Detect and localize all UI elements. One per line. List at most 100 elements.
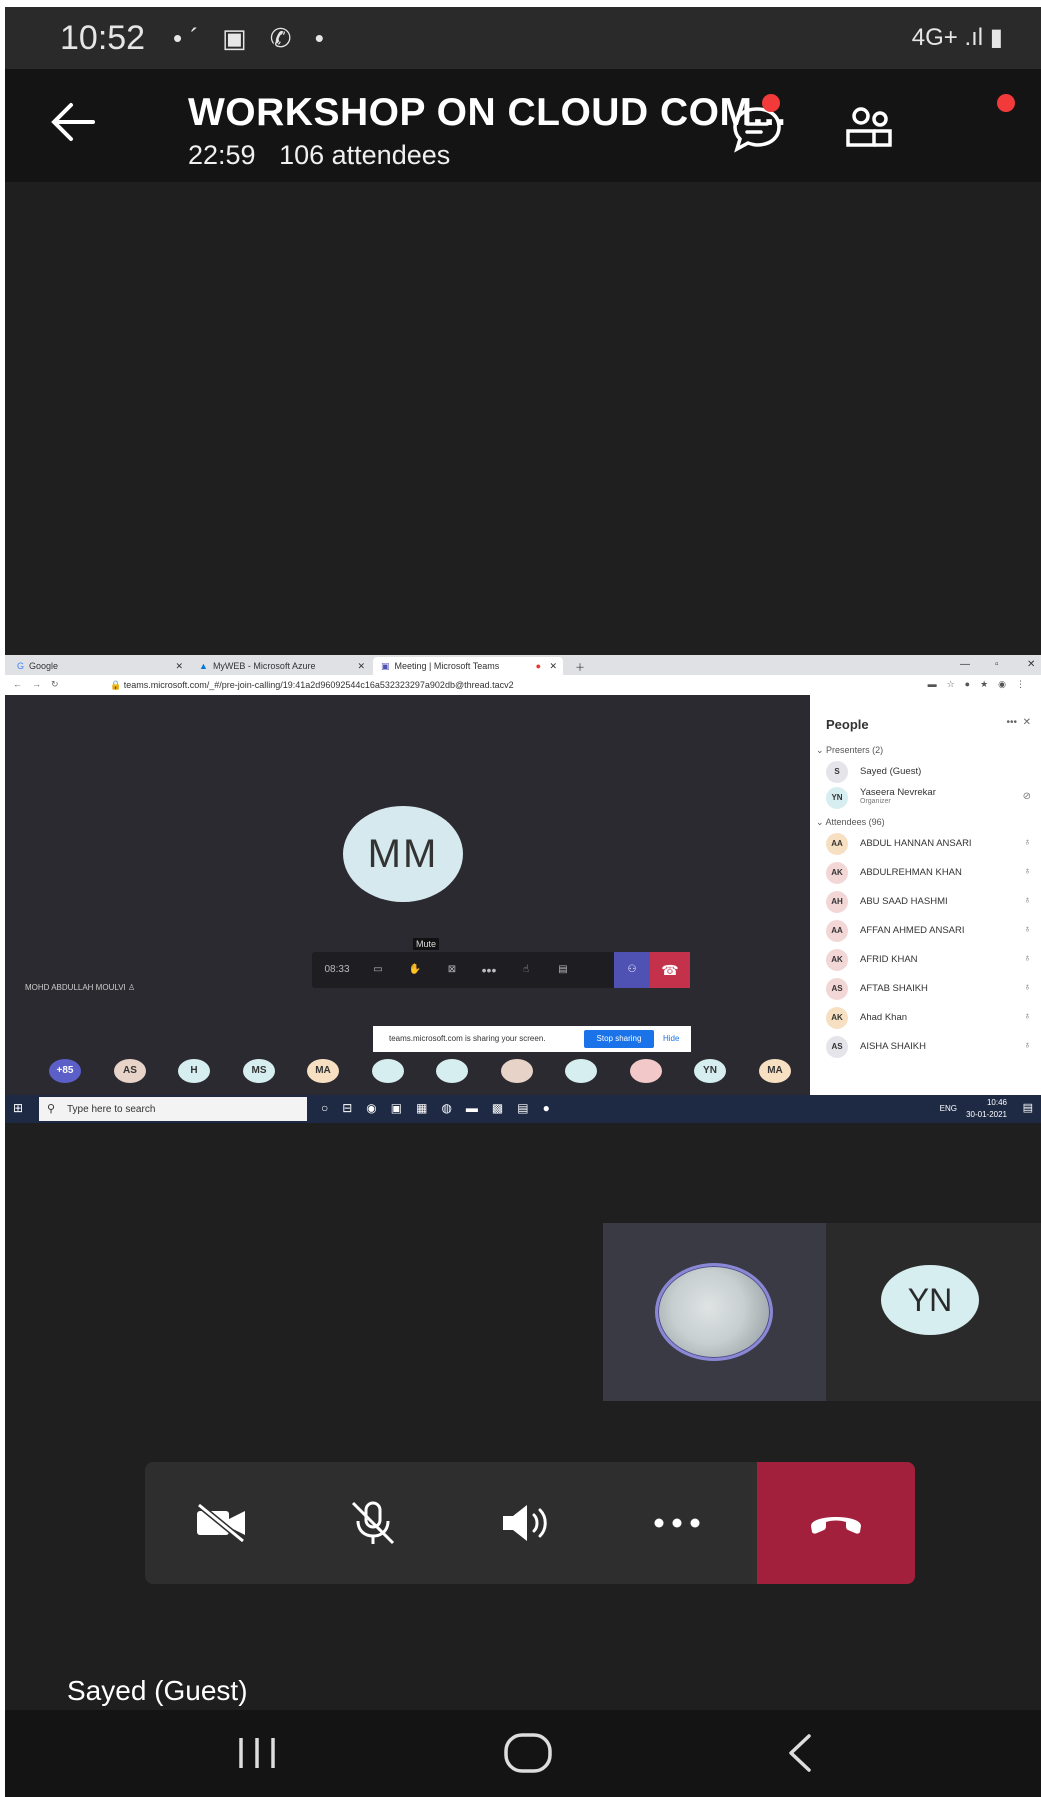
participant-avatar[interactable]: +85 <box>49 1059 81 1083</box>
back-arrow-icon[interactable] <box>45 97 105 147</box>
attendee-initials: AK <box>826 862 848 884</box>
meeting-title: WORKSHOP ON CLOUD COM... <box>188 91 787 134</box>
hide-link[interactable]: Hide <box>663 1034 679 1043</box>
taskbar-language: ENG <box>939 1104 957 1113</box>
raise-hand-icon[interactable]: ☝ <box>508 952 544 988</box>
browser-tab[interactable]: ▲ MyWEB - Microsoft Azure ✕ <box>191 657 371 675</box>
attendee-row[interactable]: AS AFTAB SHAIKH ♁ <box>826 978 1031 1000</box>
attendee-initials: AS <box>826 1036 848 1058</box>
browser-tab[interactable]: G Google ✕ <box>9 657 189 675</box>
attendee-row[interactable]: AK AFRID KHAN ♁ <box>826 949 1031 971</box>
meeting-header: WORKSHOP ON CLOUD COM... 22:59 106 atten… <box>5 69 1041 182</box>
android-nav-bar <box>5 1710 1041 1797</box>
participant-avatar[interactable] <box>630 1059 662 1083</box>
address-bar: ←→↻ 🔒 teams.microsoft.com/_#/pre-join-ca… <box>5 675 1041 695</box>
meeting-duration: 22:59 <box>188 140 256 170</box>
new-tab-icon[interactable]: ＋ <box>575 659 585 674</box>
more-icon <box>654 1518 700 1528</box>
hang-up-icon <box>811 1517 861 1534</box>
attendee-initials: AH <box>826 891 848 913</box>
recent-apps-icon[interactable] <box>227 1730 287 1776</box>
mic-muted-icon: ⊘ <box>1022 791 1031 802</box>
attendees-header[interactable]: ⌄ Attendees (96) <box>816 817 885 828</box>
home-icon[interactable] <box>498 1730 558 1776</box>
mic-icon: ♁ <box>1023 1011 1032 1022</box>
attendee-row[interactable]: AK ABDULREHMAN KHAN ♁ <box>826 862 1031 884</box>
attendee-row[interactable]: AH ABU SAAD HASHMI ♁ <box>826 891 1031 913</box>
participant-tile-photo[interactable] <box>603 1223 826 1401</box>
presenter-initials: S <box>826 761 848 783</box>
sharing-notice-text: teams.microsoft.com is sharing your scre… <box>389 1034 546 1043</box>
notification-center-icon[interactable]: ▤ <box>1023 1101 1033 1114</box>
attendee-name: ABDUL HANNAN ANSARI <box>860 838 972 849</box>
maximize-icon[interactable]: ▫ <box>995 659 999 670</box>
attendee-initials: AA <box>826 833 848 855</box>
participant-avatars: +85 AS H MS MA YN MA <box>5 1059 810 1089</box>
camera-toggle-button[interactable] <box>145 1462 297 1584</box>
participant-avatar[interactable] <box>372 1059 404 1083</box>
search-icon: ⚲ <box>47 1103 56 1115</box>
hang-up-button[interactable] <box>757 1462 915 1584</box>
mic-icon: ♁ <box>1023 1040 1032 1051</box>
more-options-button[interactable] <box>601 1462 753 1584</box>
participant-avatar[interactable]: MA <box>759 1059 791 1083</box>
participant-avatar[interactable]: MA <box>307 1059 339 1083</box>
url-text[interactable]: 🔒 teams.microsoft.com/_#/pre-join-callin… <box>110 680 514 691</box>
attendee-initials: AA <box>826 920 848 942</box>
participant-avatar[interactable]: MS <box>243 1059 275 1083</box>
chat-icon[interactable]: ▤ <box>545 952 581 988</box>
attendee-name: AFFAN AHMED ANSARI <box>860 925 965 936</box>
minimize-icon[interactable]: — <box>960 659 970 670</box>
participant-tile-yn[interactable]: YN <box>826 1223 1041 1401</box>
attendee-row[interactable]: AS AISHA SHAIKH ♁ <box>826 1036 1031 1058</box>
attendee-name: AFRID KHAN <box>860 954 918 965</box>
more-icon[interactable]: ••• <box>471 952 507 988</box>
taskbar-search[interactable]: ⚲ Type here to search <box>39 1097 307 1121</box>
attendee-row[interactable]: AA ABDUL HANNAN ANSARI ♁ <box>826 833 1031 855</box>
share-icon[interactable]: ⊠ <box>434 952 470 988</box>
participant-avatar[interactable]: AS <box>114 1059 146 1083</box>
participant-avatar[interactable] <box>501 1059 533 1083</box>
network-status: 4G+ .ıl ▮ <box>911 24 1003 51</box>
hang-up-icon[interactable]: ☎ <box>650 952 690 988</box>
participant-avatar[interactable]: YN <box>694 1059 726 1083</box>
stop-sharing-button[interactable]: Stop sharing <box>584 1030 654 1048</box>
participant-avatar[interactable] <box>565 1059 597 1083</box>
chat-badge <box>762 94 780 112</box>
windows-start-icon[interactable]: ⊞ <box>13 1101 23 1115</box>
people-icon[interactable] <box>840 99 900 155</box>
camera-icon[interactable]: ▭ <box>360 952 396 988</box>
people-panel: People ••• ✕ ⌄ Presenters (2) S Sayed (G… <box>810 695 1041 1095</box>
taskbar-clock: 10:46 30-01-2021 <box>966 1097 1007 1121</box>
attendee-initials: AK <box>826 1007 848 1029</box>
speaker-button[interactable] <box>449 1462 601 1584</box>
mute-tooltip: Mute <box>413 938 440 950</box>
attendee-row[interactable]: AK Ahad Khan ♁ <box>826 1007 1031 1029</box>
back-icon[interactable] <box>771 1730 831 1776</box>
people-icon[interactable]: ⚇ <box>614 952 650 988</box>
presenters-header[interactable]: ⌄ Presenters (2) <box>816 745 883 756</box>
status-time: 10:52 <box>60 19 146 57</box>
camera-off-icon <box>197 1502 245 1544</box>
browser-nav-icons[interactable]: ←→↻ <box>13 679 69 690</box>
mic-icon[interactable]: ✋ <box>397 952 433 988</box>
presenter-row[interactable]: YN Yaseera Nevrekar Organizer ⊘ <box>826 787 1031 809</box>
panel-controls[interactable]: ••• ✕ <box>1007 717 1031 728</box>
browser-tab-active[interactable]: ▣ Meeting | Microsoft Teams ● ✕ <box>373 657 563 675</box>
attendee-name: Ahad Khan <box>860 1012 908 1023</box>
mic-icon: ♁ <box>1023 837 1032 848</box>
presenter-name: Yaseera Nevrekar <box>860 787 936 798</box>
call-controls <box>145 1462 915 1584</box>
phone-screen: 10:52 •´ ▣ ✆ • 4G+ .ıl ▮ WORKSHOP ON CLO… <box>5 7 1041 1797</box>
shared-screen: G Google ✕ ▲ MyWEB - Microsoft Azure ✕ ▣ M… <box>5 655 1041 1123</box>
participant-avatar[interactable]: H <box>178 1059 210 1083</box>
presenter-row[interactable]: S Sayed (Guest) <box>826 761 1031 783</box>
mic-icon: ♁ <box>1023 924 1032 935</box>
notification-icons: •´ ▣ ✆ • <box>173 23 332 53</box>
taskbar-app-icons[interactable]: ○⊟◉▣▦◍▬▩▤● <box>321 1101 564 1115</box>
mic-toggle-button[interactable] <box>297 1462 449 1584</box>
attendee-row[interactable]: AA AFFAN AHMED ANSARI ♁ <box>826 920 1031 942</box>
participant-avatar[interactable] <box>436 1059 468 1083</box>
close-window-icon[interactable]: ✕ <box>1027 659 1035 670</box>
extension-icons[interactable]: ▬☆●★◉⋮ <box>928 679 1035 690</box>
